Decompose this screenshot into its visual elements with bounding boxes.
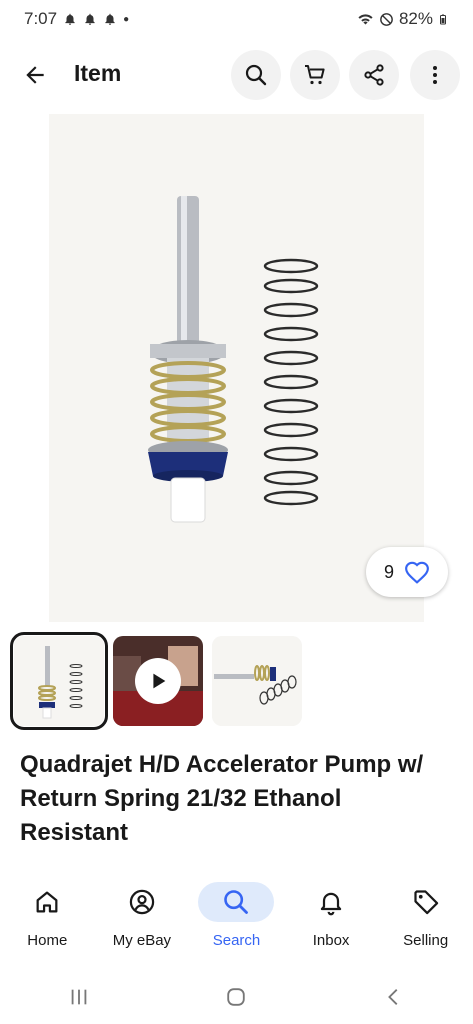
wifi-icon (358, 13, 373, 24)
notification-bell-icon (85, 13, 95, 25)
nav-label: Inbox (312, 932, 350, 949)
nav-item-search[interactable]: Search (189, 872, 284, 962)
nav-item-selling[interactable]: Selling (378, 872, 473, 962)
share-button[interactable] (349, 50, 399, 100)
status-dot: ● (123, 13, 130, 25)
status-time: 7:07 (24, 9, 58, 28)
nav-icon-container (293, 882, 369, 922)
favorites-count: 9 (383, 561, 394, 582)
system-navigation-bar (0, 970, 473, 1024)
notification-bell-icon (65, 13, 75, 25)
more-vert-icon (433, 66, 437, 84)
arrow-back-icon (26, 66, 44, 84)
product-photo (49, 114, 424, 622)
nav-icon-container (104, 882, 180, 922)
nav-item-my-ebay[interactable]: My eBay (95, 872, 190, 962)
thumbnail-2-video[interactable] (113, 636, 203, 726)
nav-icon-container (9, 882, 85, 922)
nav-icon-container (388, 882, 464, 922)
nav-label: My eBay (112, 932, 172, 949)
thumbnail-photo (14, 636, 104, 726)
nav-item-home[interactable]: Home (0, 872, 95, 962)
heart-icon (405, 561, 429, 584)
page-title: Item (74, 60, 122, 86)
nav-item-inbox[interactable]: Inbox (284, 872, 379, 962)
nav-icon-container (198, 882, 275, 922)
bottom-navigation: Home My eBay Search Inbox Selling (0, 872, 473, 962)
nav-label: Home (27, 932, 68, 949)
main-product-image[interactable] (49, 114, 424, 622)
status-left: 7:07 ● (24, 9, 129, 29)
app-bar: Item (0, 46, 473, 102)
recents-icon (71, 989, 87, 1005)
cart-icon (305, 65, 325, 85)
do-not-disturb-icon (380, 12, 393, 26)
thumbnail-3[interactable] (212, 636, 302, 726)
share-icon (364, 64, 384, 86)
back-system-button[interactable] (374, 977, 414, 1017)
home-circle-icon (227, 988, 246, 1006)
recents-button[interactable] (59, 977, 99, 1017)
search-icon (224, 890, 249, 914)
status-right: 82% (357, 9, 449, 29)
nav-label: Selling (403, 932, 449, 949)
search-button[interactable] (231, 50, 281, 100)
play-icon (153, 673, 166, 689)
home-icon (36, 891, 58, 913)
battery-percent: 82% (398, 9, 433, 28)
home-system-button[interactable] (216, 977, 256, 1017)
nav-label: Search (212, 932, 261, 949)
listing-title: Quadrajet H/D Accelerator Pump w/ Return… (20, 751, 424, 846)
tag-icon (414, 890, 438, 915)
status-bar: 7:07 ● 82% (0, 0, 473, 38)
watch-button[interactable]: 9 (366, 547, 448, 597)
notification-bell-icon (105, 13, 115, 25)
thumbnail-1[interactable] (10, 632, 108, 730)
play-button[interactable] (135, 658, 181, 704)
more-options-button[interactable] (410, 50, 460, 100)
bell-icon (320, 892, 342, 916)
search-icon (245, 64, 267, 86)
cart-button[interactable] (290, 50, 340, 100)
thumbnail-photo (212, 636, 302, 726)
account-icon (129, 889, 155, 915)
back-button[interactable] (18, 58, 52, 92)
chevron-left-icon (388, 989, 398, 1005)
battery-icon (440, 14, 446, 24)
